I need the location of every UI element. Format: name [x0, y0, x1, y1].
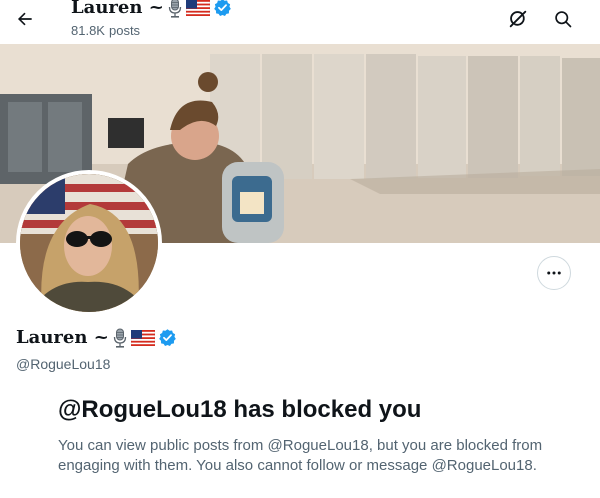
profile-name-row: Lauren ~ [16, 327, 177, 348]
more-options-button[interactable] [537, 256, 571, 290]
blocked-title: @RogueLou18 has blocked you [58, 396, 422, 423]
header-post-count: 81.8K posts [71, 23, 140, 38]
blocked-description: You can view public posts from @RogueLou… [58, 437, 543, 474]
microphone-emoji [112, 328, 128, 348]
us-flag-emoji [185, 0, 210, 16]
grok-button[interactable] [501, 2, 535, 36]
more-dots-icon [547, 271, 561, 275]
search-button[interactable] [546, 2, 580, 36]
back-button[interactable] [8, 2, 42, 36]
profile-avatar[interactable] [16, 170, 162, 316]
grok-icon [509, 10, 527, 28]
header-name: Lauren ~ [71, 0, 164, 18]
profile-name: Lauren ~ [16, 327, 109, 348]
avatar-image [20, 174, 158, 312]
arrow-left-icon [17, 12, 32, 26]
header-name-row: Lauren ~ [71, 0, 232, 18]
profile-handle: @RogueLou18 [16, 356, 111, 372]
verified-badge-icon[interactable] [158, 328, 177, 347]
post-count-value: 81.8K [71, 23, 105, 38]
post-count-label: posts [108, 23, 141, 38]
search-icon [555, 11, 572, 28]
top-bar: Lauren ~ 81.8K posts [0, 0, 600, 44]
us-flag-emoji [130, 329, 155, 346]
verified-badge-icon[interactable] [213, 0, 232, 17]
microphone-emoji [167, 0, 183, 18]
